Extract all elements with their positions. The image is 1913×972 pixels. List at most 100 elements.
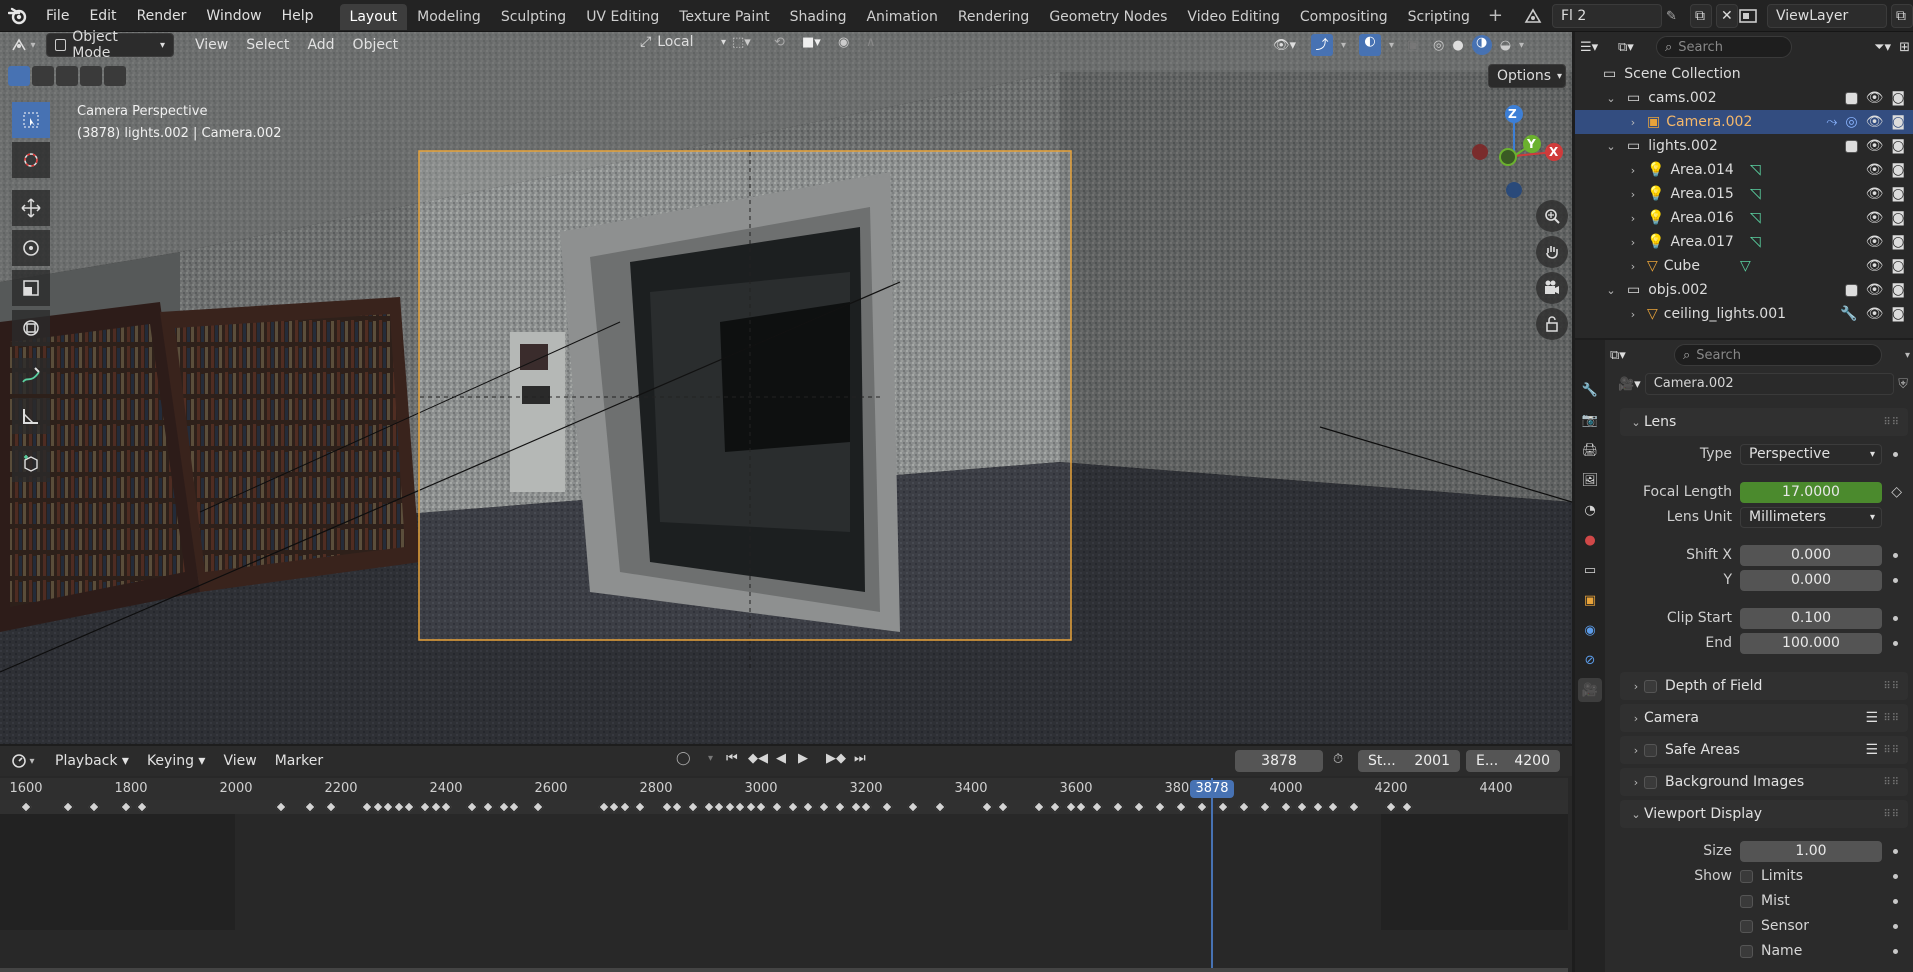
eye-icon[interactable]: 👁: [1866, 282, 1884, 298]
playhead-label[interactable]: 3878: [1190, 780, 1234, 798]
scale-tool[interactable]: [12, 270, 50, 306]
keyframe-icon[interactable]: [303, 801, 316, 813]
tab-layout[interactable]: Layout: [339, 4, 408, 30]
render-camera-icon[interactable]: ◙: [1891, 258, 1905, 274]
falloff-icon[interactable]: ∧: [866, 35, 896, 50]
keyframe-icon[interactable]: [532, 801, 544, 813]
filter-icon[interactable]: ⏷▾: [1874, 40, 1891, 55]
drag-grip-icon[interactable]: ⠿⠿: [1883, 809, 1900, 820]
keyframe-icon[interactable]: [1296, 801, 1308, 813]
keyframe-icon[interactable]: [671, 801, 683, 813]
select-new-icon[interactable]: [8, 66, 30, 86]
physics-tab-icon[interactable]: ◉: [1578, 618, 1602, 642]
clip-end-field[interactable]: 100.000: [1740, 632, 1882, 654]
menu-render[interactable]: Render: [127, 0, 197, 32]
new-collection-icon[interactable]: ⊞: [1899, 40, 1910, 55]
keyframe-icon[interactable]: [135, 801, 148, 813]
animate-dot-icon[interactable]: [1893, 552, 1898, 558]
expand-icon[interactable]: ›: [1625, 164, 1641, 177]
chevron-down-icon[interactable]: ▾: [1389, 40, 1399, 51]
animate-dot-icon[interactable]: [1893, 898, 1898, 904]
keyframe-icon[interactable]: [1075, 801, 1087, 813]
keyframe-icon[interactable]: [88, 801, 100, 813]
render-camera-icon[interactable]: ◙: [1891, 162, 1905, 178]
drag-grip-icon[interactable]: ⠿⠿: [1883, 681, 1900, 692]
options-button[interactable]: Options ▾: [1488, 64, 1566, 88]
camera-panel-header[interactable]: › Camera ☰ ⠿⠿: [1620, 704, 1908, 732]
lens-unit-dropdown[interactable]: Millimeters ▾: [1740, 506, 1882, 528]
keyframe-icon[interactable]: [996, 801, 1009, 813]
eye-icon[interactable]: 👁: [1866, 210, 1884, 226]
keyframe-icon[interactable]: [440, 801, 452, 813]
scene-icon[interactable]: [1518, 4, 1548, 28]
keyframe-icon[interactable]: [1112, 801, 1124, 813]
end-frame-field[interactable]: E... 4200: [1466, 750, 1560, 772]
keyframe-icon[interactable]: [933, 801, 946, 813]
eye-icon[interactable]: 👁: [1866, 306, 1884, 322]
outliner-row-area-016[interactable]: › 💡 Area.016 ◹ 👁 ◙: [1575, 206, 1913, 230]
depth-of-field-checkbox[interactable]: [1644, 679, 1657, 693]
view-layer-tab-icon[interactable]: 🖼: [1578, 468, 1602, 492]
add-workspace-icon[interactable]: +: [1480, 5, 1511, 26]
timeline-editor-icon[interactable]: ▾: [0, 753, 46, 769]
properties-search[interactable]: ⌕ Search: [1674, 344, 1882, 366]
outliner-row-objs[interactable]: ⌄ ▭ objs.002 👁 ◙: [1575, 278, 1913, 302]
render-camera-icon[interactable]: ◙: [1891, 90, 1905, 106]
limits-checkbox[interactable]: [1740, 869, 1753, 883]
tab-compositing[interactable]: Compositing: [1290, 4, 1398, 30]
keyframe-icon[interactable]: [20, 801, 32, 813]
select-box-tool[interactable]: [12, 102, 50, 138]
keyframe-icon[interactable]: [120, 801, 132, 813]
keyframe-icon[interactable]: [482, 801, 494, 813]
playhead-line[interactable]: [1211, 778, 1213, 972]
keyframe-icon[interactable]: ◇: [1891, 484, 1902, 500]
jump-start-icon[interactable]: ⏮: [726, 751, 740, 766]
world-tab-icon[interactable]: ●: [1578, 528, 1602, 552]
keyframe-icon[interactable]: [618, 801, 631, 813]
outliner-row-cams[interactable]: ⌄ ▭ cams.002 👁 ◙: [1575, 86, 1913, 110]
rotate-tool[interactable]: [12, 230, 50, 266]
expand-icon[interactable]: ⌄: [1603, 140, 1619, 153]
eye-icon[interactable]: 👁: [1866, 186, 1884, 202]
outliner-row-cube[interactable]: › ▽ Cube ▽ 👁 ◙: [1575, 254, 1913, 278]
keyframe-icon[interactable]: [634, 801, 646, 813]
menu-keying[interactable]: Keying ▾: [138, 748, 215, 774]
keyframe-icon[interactable]: [419, 801, 431, 813]
exclude-checkbox[interactable]: [1844, 91, 1858, 105]
expand-icon[interactable]: ›: [1625, 188, 1641, 201]
keyframe-icon[interactable]: [1091, 801, 1103, 813]
animate-dot-icon[interactable]: [1893, 577, 1898, 583]
menu-marker[interactable]: Marker: [266, 748, 332, 774]
keyframe-icon[interactable]: [1154, 801, 1166, 813]
editor-type-icon[interactable]: ▾: [0, 37, 46, 53]
tab-uv-editing[interactable]: UV Editing: [576, 4, 669, 30]
menu-file[interactable]: File: [36, 0, 79, 32]
wireframe-shading-icon[interactable]: ◎: [1433, 38, 1444, 53]
properties-editor-icon[interactable]: ⧉▾: [1610, 348, 1640, 363]
start-frame-field[interactable]: St... 2001: [1358, 750, 1460, 772]
xray-icon[interactable]: ▣: [1407, 38, 1425, 53]
keyframe-icon[interactable]: [734, 801, 746, 813]
expand-icon[interactable]: ›: [1625, 212, 1641, 225]
shift-x-field[interactable]: 0.000: [1740, 544, 1882, 566]
keyframe-icon[interactable]: [713, 801, 725, 813]
transform-tool[interactable]: [12, 310, 50, 346]
mist-checkbox[interactable]: [1740, 894, 1753, 908]
keyframe-icon[interactable]: [1348, 801, 1360, 813]
light-data-icon[interactable]: ◹: [1750, 162, 1761, 178]
overlay-toggle-icon[interactable]: ◐: [1359, 34, 1381, 56]
name-checkbox[interactable]: [1740, 944, 1753, 958]
animate-dot-icon[interactable]: [1893, 451, 1898, 457]
expand-icon[interactable]: ⌄: [1603, 284, 1619, 297]
add-cube-tool[interactable]: [12, 446, 50, 482]
material-shading-icon[interactable]: ◑: [1471, 35, 1492, 55]
move-tool[interactable]: [12, 190, 50, 226]
select-intersect-icon[interactable]: [104, 66, 126, 86]
keyframe-icon[interactable]: [382, 801, 394, 813]
menu-window[interactable]: Window: [196, 0, 271, 32]
jump-end-icon[interactable]: ⏭: [854, 751, 868, 766]
keyframe-icon[interactable]: [508, 801, 520, 813]
keyframe-icon[interactable]: [466, 801, 478, 813]
keyframe-icon[interactable]: [771, 801, 783, 813]
select-subtract-icon[interactable]: [56, 66, 78, 86]
